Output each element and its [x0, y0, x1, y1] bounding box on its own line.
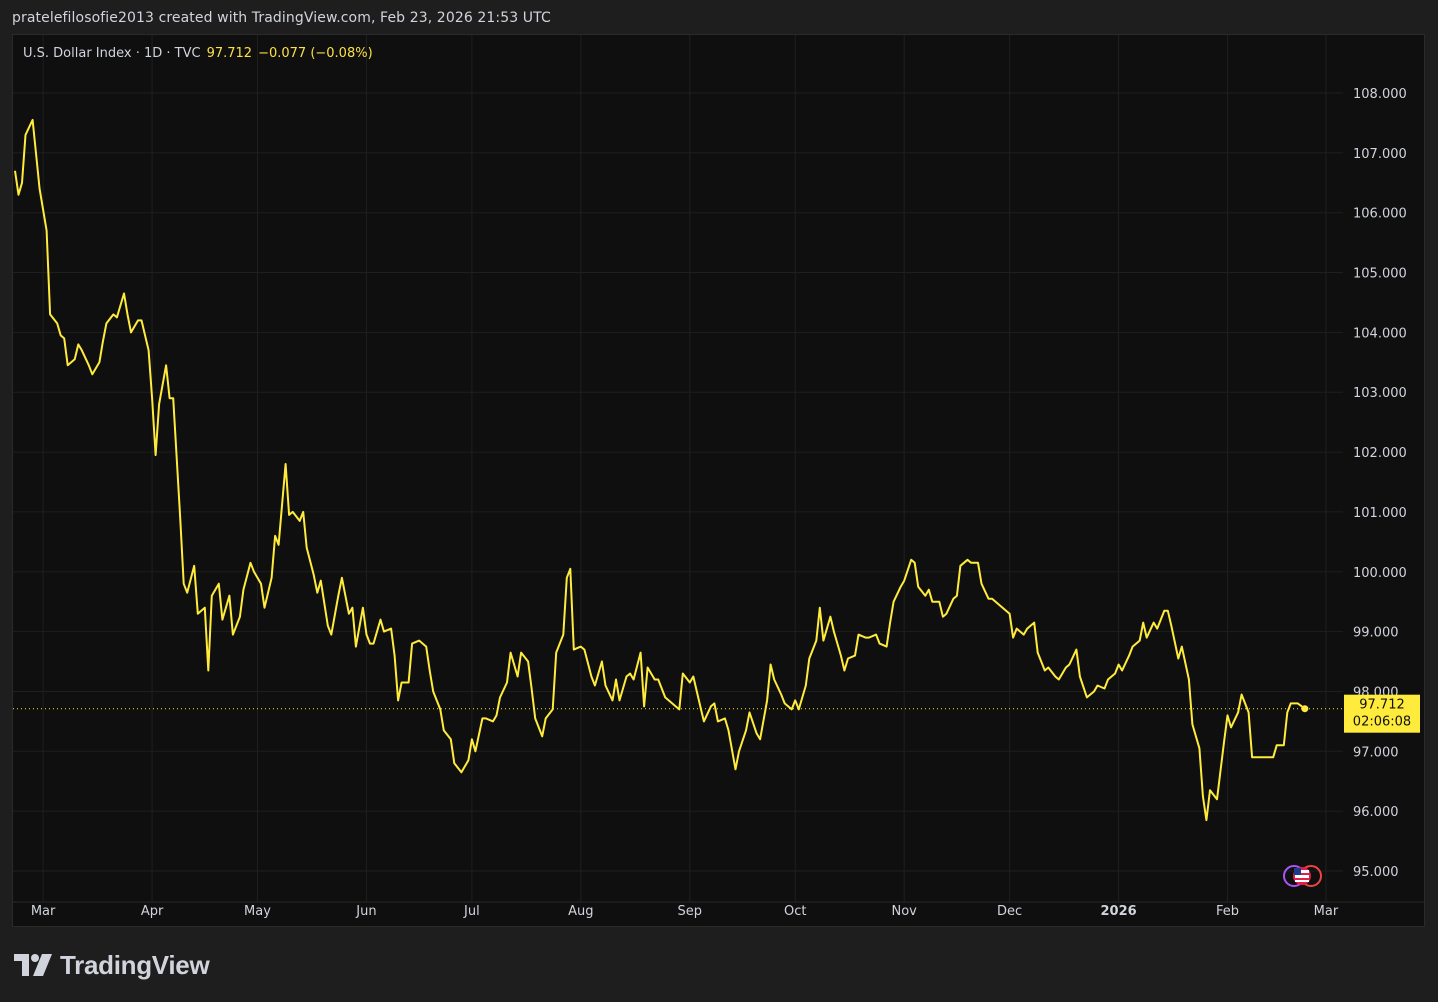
- y-tick-label: 100.000: [1353, 566, 1407, 581]
- y-tick-label: 102.000: [1353, 446, 1407, 461]
- price-tag-value: 97.712: [1359, 698, 1405, 713]
- last-price-dot[interactable]: [1301, 705, 1309, 713]
- tradingview-logo-icon: [14, 954, 52, 976]
- chart-credit: pratelefilosofie2013 created with Tradin…: [12, 10, 551, 26]
- tradingview-wordmark: TradingView: [60, 949, 210, 980]
- y-tick-label: 104.000: [1353, 326, 1407, 341]
- y-tick-label: 96.000: [1353, 805, 1399, 820]
- footer-brand: TradingView: [14, 948, 210, 982]
- y-tick-label: 108.000: [1353, 87, 1407, 102]
- x-tick-label: 2026: [1100, 904, 1136, 919]
- price-tag-countdown: 02:06:08: [1353, 715, 1411, 730]
- y-tick-label: 103.000: [1353, 386, 1407, 401]
- x-tick-label: Mar: [31, 904, 56, 919]
- x-tick-label: Nov: [892, 904, 918, 919]
- x-tick-label: Oct: [784, 904, 806, 919]
- x-tick-label: Aug: [568, 904, 593, 919]
- x-tick-label: Feb: [1216, 904, 1239, 919]
- chart-frame[interactable]: 108.000 107.000 106.000 105.000 104.000 103.0…: [12, 34, 1425, 927]
- us-flag-stripe: [1295, 875, 1309, 878]
- x-tick-label: Mar: [1314, 904, 1339, 919]
- y-tick-label: 97.000: [1353, 745, 1399, 760]
- series-line[interactable]: [14, 118, 1306, 822]
- last-price: 97.712: [206, 46, 253, 61]
- y-tick-label: 106.000: [1353, 207, 1407, 222]
- x-tick-label: Jun: [355, 904, 376, 919]
- y-tick-label: 105.000: [1353, 267, 1407, 282]
- price-change: −0.077 (−0.08%): [258, 46, 373, 61]
- x-tick-label: Sep: [678, 904, 703, 919]
- y-tick-label: 107.000: [1353, 147, 1407, 162]
- symbol-legend: U.S. Dollar Index · 1D · TVC 97.712 −0.077…: [23, 46, 373, 61]
- price-chart[interactable]: 108.000 107.000 106.000 105.000 104.000 103.0…: [13, 35, 1424, 926]
- y-tick-label: 95.000: [1353, 865, 1399, 880]
- y-tick-label: 101.000: [1353, 506, 1407, 521]
- us-flag-canton: [1294, 868, 1301, 875]
- us-flag-stripe: [1295, 880, 1309, 882]
- x-tick-label: Jul: [463, 904, 480, 919]
- x-tick-label: Apr: [141, 904, 164, 919]
- y-tick-label: 99.000: [1353, 626, 1399, 641]
- symbol-label[interactable]: U.S. Dollar Index · 1D · TVC: [23, 46, 201, 61]
- x-tick-label: Dec: [997, 904, 1022, 919]
- x-tick-label: May: [244, 904, 271, 919]
